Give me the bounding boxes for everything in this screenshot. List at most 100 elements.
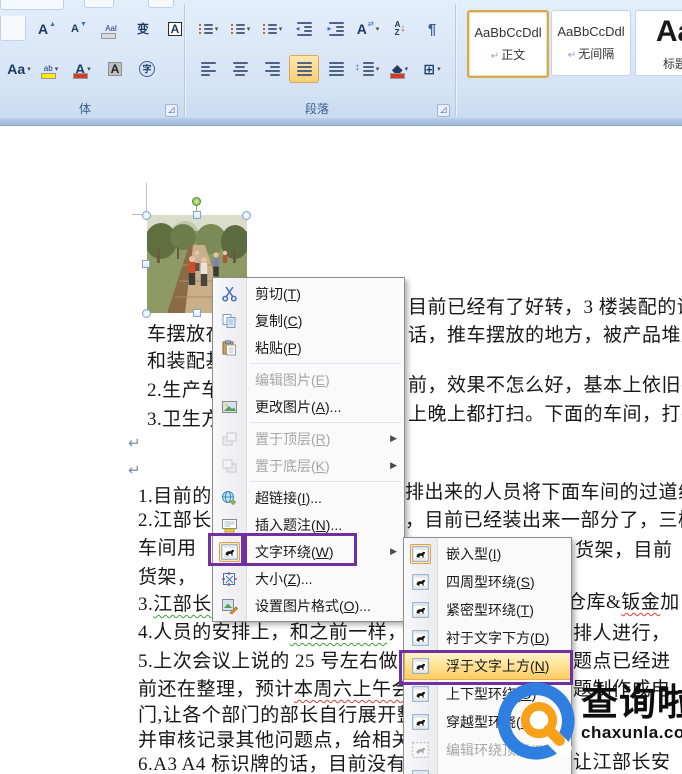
dropdown-arrow-icon[interactable]: ▾ — [405, 65, 409, 73]
change-case-button[interactable]: Aa ▾ — [4, 55, 34, 83]
cut-off-control — [84, 0, 114, 8]
align-center-button[interactable] — [225, 55, 255, 83]
document-text-line: ，目前已经装出来一部分了，三楼装 — [405, 510, 682, 531]
bullet-list-button[interactable]: ▾ — [193, 15, 223, 43]
dropdown-arrow-icon[interactable]: ▾ — [376, 65, 380, 73]
menu-item-label: 文字环绕(W) — [255, 543, 334, 560]
align-right-button[interactable] — [257, 55, 287, 83]
menu-item-label: 置于顶层(R) — [255, 430, 331, 447]
menu-item-partial-item[interactable] — [404, 764, 571, 774]
wrap-icon — [404, 572, 437, 592]
style-name: ↵ 正文 — [490, 48, 526, 62]
wrap-icon — [404, 628, 437, 648]
menu-item-copy[interactable]: 复制(C) — [213, 307, 404, 334]
style-normal[interactable]: AaBbCcDdl ↵ 正文 — [467, 10, 549, 78]
resize-handle-n[interactable] — [193, 211, 201, 219]
pinyin-guide-button[interactable]: 变 — [128, 15, 158, 43]
menu-item-wrap-square[interactable]: 四周型环绕(S) — [404, 568, 571, 596]
style-no-spacing[interactable]: AaBbCcDdl ↵ 无间隔 — [551, 10, 631, 76]
layers-front-icon — [213, 429, 246, 449]
rotate-handle[interactable] — [192, 197, 201, 206]
multilevel-list-button[interactable]: ▾ — [257, 15, 287, 43]
shrink-font-icon: A — [71, 22, 79, 35]
menu-item-label: 粘贴(P) — [255, 339, 302, 356]
menu-item-wrap-tight[interactable]: 紧密型环绕(T) — [404, 596, 571, 624]
resize-handle-w[interactable] — [142, 260, 150, 268]
shading-button[interactable]: ◆ ▾ — [385, 55, 415, 83]
numbered-list-button[interactable]: ▾ — [225, 15, 255, 43]
document-canvas[interactable]: ↵ ↵ 车摆放在 和装配基 2.生产车 3.卫生方 1.目前的 2.江部长 车间用 货架， 3.江部… — [0, 126, 682, 774]
menu-item-bring-to-front[interactable]: 置于顶层(R) ▶ — [213, 425, 404, 452]
font-group-label: 体 — [78, 102, 91, 116]
wrap-icon — [213, 541, 246, 562]
decrease-indent-button[interactable] — [289, 15, 319, 43]
document-text-line: 目前已经有了好转，3 楼装配的话， — [408, 297, 682, 318]
document-text-line: 仓库&钣金加 — [567, 592, 680, 613]
enclose-characters-button[interactable]: 字 — [132, 55, 162, 83]
dropdown-arrow-icon[interactable]: ▾ — [87, 65, 91, 73]
borders-icon: ⊞ — [423, 61, 436, 77]
menu-item-label: 剪切(T) — [255, 285, 301, 302]
line-spacing-button[interactable]: ▾ — [353, 55, 383, 83]
show-formatting-marks-icon: ¶ — [427, 20, 437, 38]
align-left-button[interactable] — [193, 55, 223, 83]
dropdown-arrow-icon[interactable]: ▾ — [27, 65, 31, 73]
character-shading-button[interactable]: A — [100, 55, 130, 83]
dropdown-arrow-icon[interactable]: ▾ — [55, 65, 59, 73]
grow-font-badge: ▲ — [49, 20, 57, 28]
menu-item-insert-caption[interactable]: 插入题注(N)... — [213, 511, 404, 538]
distributed-button[interactable] — [321, 55, 351, 83]
borders-button[interactable]: ⊞ ▾ — [417, 55, 447, 83]
menu-item-edit-picture[interactable]: 编辑图片(E) — [213, 366, 404, 393]
style-heading[interactable]: Aa 标题 — [635, 10, 682, 76]
menu-item-text-wrapping[interactable]: 文字环绕(W) ▶ — [213, 538, 404, 565]
asian-layout-button[interactable]: A ⇄ ▾ — [353, 15, 383, 43]
menu-item-change-picture[interactable]: 更改图片(A)... — [213, 393, 404, 420]
style-preview: AaBbCcDdl — [557, 24, 625, 39]
clear-formatting-button[interactable]: Aal — [96, 15, 126, 43]
bullet-list-icon — [198, 24, 213, 34]
resize-handle-nw[interactable] — [142, 211, 151, 220]
text-highlight-color-button[interactable]: ab ▾ — [36, 55, 66, 83]
style-preview: AaBbCcDdl — [474, 25, 542, 40]
picture-icon — [213, 397, 246, 417]
wrap-icon — [404, 684, 437, 704]
dropdown-arrow-icon[interactable]: ▾ — [247, 25, 251, 33]
menu-item-hyperlink[interactable]: 超链接(I)... — [213, 484, 404, 511]
dropdown-arrow-icon[interactable]: ▾ — [215, 25, 219, 33]
show-formatting-marks-button[interactable]: ¶ — [417, 15, 447, 43]
grow-font-button[interactable]: A ▲ — [32, 15, 62, 43]
wrap-icon — [404, 544, 437, 564]
resize-handle-sw[interactable] — [142, 309, 151, 318]
submenu-arrow-icon: ▶ — [390, 460, 397, 470]
style-preview: Aa — [655, 14, 682, 48]
menu-item-wrap-in-front-of-text[interactable]: 浮于文字上方(N) — [404, 652, 571, 680]
numbered-list-icon — [230, 24, 245, 34]
menu-item-send-to-back[interactable]: 置于底层(K) ▶ — [213, 452, 404, 479]
menu-item-format-picture[interactable]: 设置图片格式(O)... — [213, 592, 404, 619]
sort-button[interactable]: A Z ↓ — [385, 15, 415, 43]
dropdown-arrow-icon[interactable]: ▾ — [437, 65, 441, 73]
character-border-button[interactable]: A — [160, 15, 190, 43]
menu-item-cut[interactable]: 剪切(T) — [213, 280, 404, 307]
justify-button[interactable] — [289, 55, 319, 83]
menu-separator — [250, 363, 401, 364]
resize-handle-s[interactable] — [193, 309, 201, 317]
font-dialog-launcher-icon[interactable]: ◿ — [165, 104, 178, 117]
font-size-combo-cutoff[interactable] — [0, 16, 26, 41]
document-text-line: 排出来的人员将下面车间的过道线已 — [405, 482, 682, 503]
shrink-font-button[interactable]: A ▼ — [64, 15, 94, 43]
menu-item-paste[interactable]: 粘贴(P) — [213, 334, 404, 361]
paragraph-dialog-launcher-icon[interactable]: ◿ — [437, 104, 450, 117]
increase-indent-button[interactable] — [321, 15, 351, 43]
document-text-line: 题点已经进 — [573, 651, 671, 672]
resize-handle-ne[interactable] — [242, 211, 251, 220]
font-color-button[interactable]: A ▾ — [68, 55, 98, 83]
wrap-icon — [404, 656, 437, 676]
dropdown-arrow-icon[interactable]: ▾ — [376, 25, 380, 33]
menu-item-wrap-behind-text[interactable]: 衬于文字下方(D) — [404, 624, 571, 652]
clear-formatting-icon: Aal — [105, 24, 117, 33]
dropdown-arrow-icon[interactable]: ▾ — [279, 25, 283, 33]
menu-item-wrap-inline[interactable]: 嵌入型(I) — [404, 540, 571, 568]
menu-item-size[interactable]: 大小(Z)... — [213, 565, 404, 592]
